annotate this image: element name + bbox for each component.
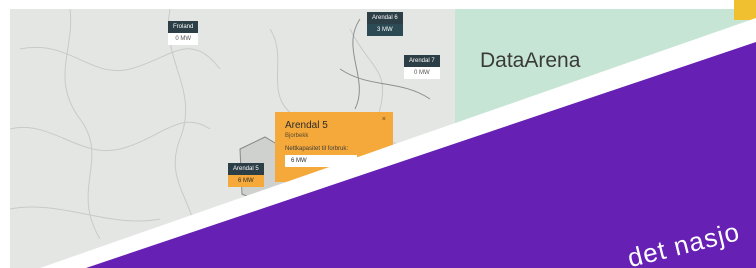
hero-screenshot: Froland 0 MW Arendal 6 3 MW Arendal 7 0 …: [0, 0, 756, 268]
purple-banner: [40, 18, 756, 268]
